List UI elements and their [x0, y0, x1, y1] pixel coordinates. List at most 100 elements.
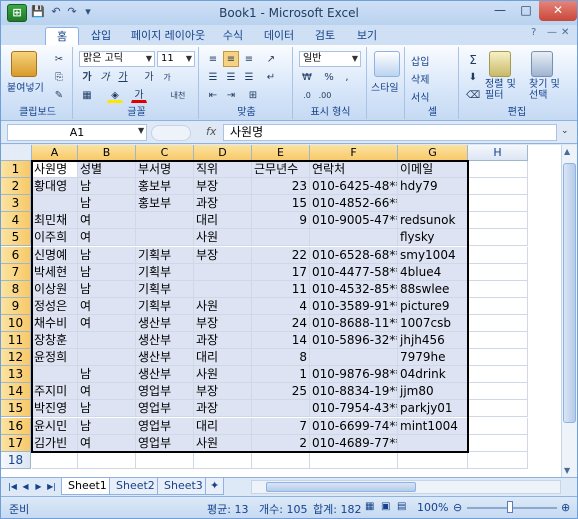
cell-E13[interactable]: 1 — [252, 366, 310, 384]
wrap-text-icon[interactable]: ↵ — [263, 69, 279, 85]
cell-C8[interactable]: 기획부 — [136, 280, 194, 298]
cell-H14[interactable] — [468, 383, 528, 401]
tab-insert[interactable]: 삽입 — [83, 27, 119, 45]
cell-C9[interactable]: 기획부 — [136, 297, 194, 315]
align-top-icon[interactable]: ≡ — [205, 51, 221, 67]
cell-E11[interactable]: 14 — [252, 332, 310, 350]
cell-E8[interactable]: 11 — [252, 280, 310, 298]
cell-C4[interactable] — [136, 212, 194, 230]
cell-H2[interactable] — [468, 178, 528, 196]
comma-button[interactable]: , — [339, 69, 355, 85]
cell-A4[interactable]: 최민채 — [32, 212, 78, 230]
orientation-icon[interactable]: ↗ — [263, 51, 279, 67]
cell-B13[interactable]: 남 — [78, 366, 136, 384]
row-header[interactable]: 4 — [1, 212, 31, 230]
cell-F1[interactable]: 연락처 — [310, 161, 398, 179]
cell-G4[interactable]: redsunok — [398, 212, 468, 230]
paste-icon[interactable] — [11, 51, 37, 77]
zoom-level[interactable]: 100% — [417, 501, 448, 514]
cell-E7[interactable]: 17 — [252, 263, 310, 281]
cell-F12[interactable] — [310, 349, 398, 367]
prev-sheet-icon[interactable]: ◀ — [20, 480, 31, 493]
cell-B9[interactable]: 여 — [78, 297, 136, 315]
row-header[interactable]: 7 — [1, 263, 31, 281]
cell-E14[interactable]: 25 — [252, 383, 310, 401]
cell-B7[interactable]: 남 — [78, 263, 136, 281]
row-header[interactable]: 8 — [1, 280, 31, 298]
cell-E5[interactable] — [252, 229, 310, 247]
cell-F16[interactable]: 010-6699-74** — [310, 417, 398, 435]
cell-D15[interactable]: 과장 — [194, 400, 252, 418]
cell-B2[interactable]: 남 — [78, 178, 136, 196]
cell-D5[interactable]: 사원 — [194, 229, 252, 247]
cell-A9[interactable]: 정성은 — [32, 297, 78, 315]
cell-B4[interactable]: 여 — [78, 212, 136, 230]
cell-A8[interactable]: 이상원 — [32, 280, 78, 298]
scroll-down-icon[interactable]: ▼ — [564, 466, 570, 475]
italic-button[interactable]: 가 — [97, 69, 113, 85]
cell-C16[interactable]: 영업부 — [136, 417, 194, 435]
cell-D4[interactable]: 대리 — [194, 212, 252, 230]
cell-G3[interactable] — [398, 195, 468, 213]
format-cells-button[interactable]: 서식 — [411, 89, 429, 104]
row-header[interactable]: 15 — [1, 400, 31, 418]
increase-indent-icon[interactable]: ⇥ — [223, 87, 239, 103]
cell-E9[interactable]: 4 — [252, 297, 310, 315]
cell-C6[interactable]: 기획부 — [136, 246, 194, 264]
cell-H18[interactable] — [468, 451, 528, 469]
cell-D18[interactable] — [194, 451, 252, 469]
cell-B8[interactable]: 남 — [78, 280, 136, 298]
cell-G8[interactable]: 88swlee — [398, 280, 468, 298]
cell-F11[interactable]: 010-5896-32** — [310, 332, 398, 350]
font-color-button[interactable]: 가 — [131, 87, 147, 103]
column-header[interactable]: H — [468, 145, 528, 161]
cell-H16[interactable] — [468, 417, 528, 435]
next-sheet-icon[interactable]: ▶ — [33, 480, 44, 493]
cell-B17[interactable]: 여 — [78, 434, 136, 452]
cell-D11[interactable]: 과장 — [194, 332, 252, 350]
row-header[interactable]: 1 — [1, 161, 31, 179]
column-header[interactable]: A — [32, 145, 78, 161]
grow-font-button[interactable]: 가 — [141, 69, 157, 85]
cell-B3[interactable]: 남 — [78, 195, 136, 213]
cell-E3[interactable]: 15 — [252, 195, 310, 213]
number-format-select[interactable]: 일반 ▼ — [299, 51, 361, 67]
cell-G13[interactable]: 04drink — [398, 366, 468, 384]
close-button[interactable]: ✕ — [539, 1, 577, 21]
styles-icon[interactable] — [374, 51, 400, 77]
cell-E12[interactable]: 8 — [252, 349, 310, 367]
column-header[interactable]: G — [398, 145, 468, 161]
cell-A13[interactable] — [32, 366, 78, 384]
cell-H3[interactable] — [468, 195, 528, 213]
row-header[interactable]: 11 — [1, 332, 31, 350]
tab-view[interactable]: 보기 — [349, 27, 385, 45]
align-bottom-icon[interactable]: ≡ — [241, 51, 257, 67]
merge-center-icon[interactable]: ⊞ — [245, 87, 261, 103]
sort-filter-label[interactable]: 정렬 및 필터 — [485, 79, 525, 101]
cell-C15[interactable]: 영업부 — [136, 400, 194, 418]
insert-sheet-icon[interactable]: ✦ — [205, 478, 225, 495]
cell-F17[interactable]: 010-4689-77** — [310, 434, 398, 452]
cell-D17[interactable]: 사원 — [194, 434, 252, 452]
cell-D9[interactable]: 사원 — [194, 297, 252, 315]
underline-button[interactable]: 가 — [115, 69, 131, 85]
decrease-decimal-icon[interactable]: .00 — [317, 87, 333, 103]
cell-H15[interactable] — [468, 400, 528, 418]
cell-H5[interactable] — [468, 229, 528, 247]
cell-D14[interactable]: 부장 — [194, 383, 252, 401]
cell-C17[interactable]: 영업부 — [136, 434, 194, 452]
increase-decimal-icon[interactable]: .0 — [299, 87, 315, 103]
sheet-tab-1[interactable]: Sheet1 — [61, 478, 114, 495]
page-layout-view-icon[interactable]: ▣ — [381, 501, 390, 512]
styles-label[interactable]: 스타일 — [371, 79, 399, 94]
cell-H7[interactable] — [468, 263, 528, 281]
cell-B12[interactable] — [78, 349, 136, 367]
cell-B5[interactable]: 여 — [78, 229, 136, 247]
format-painter-icon[interactable]: ✎ — [51, 87, 67, 103]
cell-G17[interactable] — [398, 434, 468, 452]
cell-D2[interactable]: 부장 — [194, 178, 252, 196]
cell-D8[interactable] — [194, 280, 252, 298]
cell-D10[interactable]: 부장 — [194, 314, 252, 332]
cell-H13[interactable] — [468, 366, 528, 384]
cell-G16[interactable]: mint1004 — [398, 417, 468, 435]
